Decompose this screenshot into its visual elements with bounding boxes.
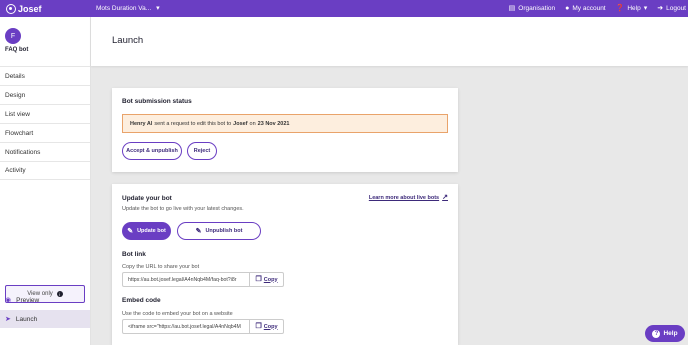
reject-button[interactable]: Reject	[187, 142, 217, 160]
logout-label: Logout	[666, 5, 686, 12]
copy-embed-button[interactable]: ❐ Copy	[249, 320, 283, 333]
update-bot-button[interactable]: ✎ Update bot	[122, 222, 171, 240]
target-name: Josef	[233, 120, 248, 127]
bot-avatar: F	[5, 28, 21, 44]
page-header: Launch	[91, 17, 688, 66]
learn-more-label: Learn more about live bots	[368, 194, 440, 201]
submission-status-title: Bot submission status	[122, 98, 192, 105]
my-account-label: My account	[572, 5, 606, 12]
bot-link-description: Copy the URL to share your bot	[122, 264, 200, 270]
bot-link-title: Bot link	[122, 251, 146, 258]
edit-request-notice: Henry Al sent a request to edit this bot…	[122, 114, 448, 133]
preview-label: Preview	[16, 297, 40, 304]
requester-name: Henry Al	[130, 120, 153, 127]
sidebar-item-flowchart[interactable]: Flowchart	[0, 123, 90, 142]
launch-link[interactable]: ➤ Launch	[5, 316, 37, 323]
organisation-label: Organisation	[518, 5, 556, 12]
copy-link-label: Copy	[263, 276, 278, 283]
unpublish-icon: ✎	[195, 227, 202, 235]
unpublish-bot-button[interactable]: ✎ Unpublish bot	[177, 222, 261, 240]
update-bot-label: Update bot	[137, 228, 166, 234]
external-link-icon: ↗	[442, 194, 448, 201]
building-icon: ▤	[508, 5, 516, 12]
eye-icon: ◉	[5, 297, 12, 304]
notice-on: on	[249, 120, 256, 127]
logout-link[interactable]: ➜ Logout	[657, 5, 686, 12]
bot-selector-label: Mots Duration Va...	[96, 5, 152, 12]
chevron-down-icon: ▾	[643, 5, 648, 12]
request-date: 23 Nov 2021	[257, 120, 290, 127]
info-icon: i	[56, 291, 63, 297]
notice-text: sent a request to edit this bot to	[154, 120, 232, 127]
accept-unpublish-button[interactable]: Accept & unpublish	[122, 142, 182, 160]
help-button-label: Help	[663, 330, 678, 337]
embed-code-text[interactable]: <iframe src="https://au.bot.josef.legal/…	[123, 324, 249, 330]
sidebar-item-design[interactable]: Design	[0, 85, 90, 104]
update-bot-title: Update your bot	[122, 195, 172, 202]
copy-icon: ❐	[255, 276, 262, 283]
page-title: Launch	[112, 35, 144, 46]
submission-status-card: Bot submission status Henry Al sent a re…	[112, 88, 458, 172]
brand-name: Josef	[18, 3, 42, 14]
rocket-icon: ➤	[5, 316, 11, 323]
sidebar-nav: Details Design List view Flowchart Notif…	[0, 66, 90, 180]
copy-icon: ❐	[255, 323, 262, 330]
josef-logo-icon	[6, 3, 16, 14]
embed-code-description: Use the code to embed your bot on a webs…	[122, 311, 233, 317]
bot-link-field[interactable]: https://au.bot.josef.legal/A4nNqb4M/faq-…	[122, 272, 284, 287]
help-label: Help	[627, 5, 641, 12]
embed-code-field[interactable]: <iframe src="https://au.bot.josef.legal/…	[122, 319, 284, 334]
question-circle-icon: ❓	[615, 5, 625, 12]
user-icon: ●	[565, 5, 570, 12]
help-button[interactable]: ? Help	[645, 325, 685, 342]
organisation-link[interactable]: ▤ Organisation	[509, 5, 555, 12]
update-bot-card: Update your bot Learn more about live bo…	[112, 184, 458, 345]
copy-embed-label: Copy	[263, 323, 278, 330]
sidebar-item-notifications[interactable]: Notifications	[0, 142, 90, 161]
update-bot-subtitle: Update the bot to go live with your late…	[122, 206, 244, 212]
pencil-icon: ✎	[127, 227, 134, 235]
sidebar-item-details[interactable]: Details	[0, 66, 90, 85]
copy-link-button[interactable]: ❐ Copy	[249, 273, 283, 286]
help-menu[interactable]: ❓ Help ▾	[616, 5, 648, 12]
unpublish-bot-label: Unpublish bot	[205, 228, 243, 234]
my-account-link[interactable]: ● My account	[565, 5, 605, 12]
question-icon: ?	[652, 329, 661, 338]
bot-selector[interactable]: Mots Duration Va... ▾	[96, 0, 160, 17]
embed-code-title: Embed code	[122, 297, 161, 304]
josef-logo[interactable]: Josef	[6, 3, 42, 14]
preview-link[interactable]: ◉ Preview	[5, 297, 39, 304]
sidebar-item-list-view[interactable]: List view	[0, 104, 90, 123]
bot-name: FAQ bot	[5, 47, 29, 53]
learn-more-link[interactable]: Learn more about live bots ↗	[369, 194, 448, 201]
logout-icon: ➜	[657, 5, 664, 12]
launch-label: Launch	[15, 316, 38, 323]
sidebar: F FAQ bot Details Design List view Flowc…	[0, 17, 91, 345]
chevron-down-icon: ▾	[156, 5, 160, 12]
sidebar-item-activity[interactable]: Activity	[0, 161, 90, 180]
top-bar: Josef Mots Duration Va... ▾ ▤ Organisati…	[0, 0, 688, 17]
bot-link-url[interactable]: https://au.bot.josef.legal/A4nNqb4M/faq-…	[123, 277, 249, 283]
